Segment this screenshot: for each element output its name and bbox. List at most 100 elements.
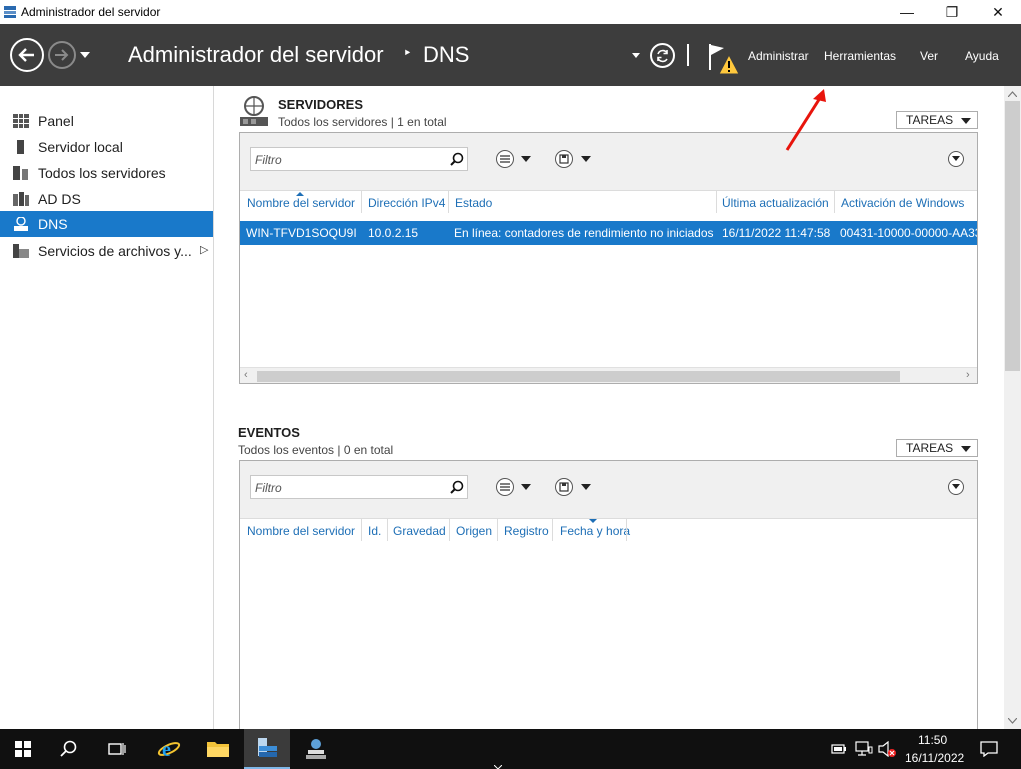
scroll-down-icon[interactable] xyxy=(1008,718,1017,724)
column-header[interactable]: Registro xyxy=(504,524,549,538)
search-icon[interactable] xyxy=(450,480,464,494)
column-header[interactable]: Gravedad xyxy=(393,524,446,538)
sidebar-item-label: AD DS xyxy=(38,191,81,207)
expand-panel-button[interactable] xyxy=(948,151,964,167)
breadcrumb-dropdown-icon[interactable] xyxy=(632,53,640,58)
taskbar-dns-manager[interactable] xyxy=(293,729,339,769)
folder-icon xyxy=(207,742,229,757)
menu-ver[interactable]: Ver xyxy=(920,49,938,63)
column-header[interactable]: Nombre del servidor xyxy=(247,196,355,210)
start-button[interactable] xyxy=(0,729,46,769)
servers-section-title: SERVIDORES xyxy=(278,97,364,112)
servers-horizontal-scrollbar[interactable]: ‹ › xyxy=(240,367,977,383)
volume-muted-icon[interactable] xyxy=(878,741,896,757)
column-separator xyxy=(361,519,362,541)
breadcrumb-root[interactable]: Administrador del servidor xyxy=(128,42,384,68)
sidebar-item-label: Panel xyxy=(38,113,74,129)
floppy-icon xyxy=(559,154,569,164)
title-bar: Administrador del servidor — ❐ ✕ xyxy=(0,0,1021,24)
search-icon[interactable] xyxy=(450,152,464,166)
scrollbar-thumb[interactable] xyxy=(1005,101,1020,371)
sidebar-item-todos-servidores[interactable]: Todos los servidores xyxy=(0,160,213,186)
events-tasks-dropdown[interactable]: TAREAS xyxy=(896,439,978,457)
list-options-dropdown-icon[interactable] xyxy=(521,156,531,162)
server-manager-app-icon xyxy=(4,6,16,18)
taskbar-search-button[interactable] xyxy=(46,729,92,769)
taskbar: e 11:50 16/11/2022 xyxy=(0,729,1021,769)
server-icon xyxy=(17,140,24,154)
taskbar-server-manager[interactable] xyxy=(244,729,290,769)
sidebar-item-dns[interactable]: DNS xyxy=(0,211,213,237)
column-header[interactable]: Nombre del servidor xyxy=(247,524,355,538)
expand-arrow-icon[interactable]: ▷ xyxy=(200,243,208,256)
column-header[interactable]: Origen xyxy=(456,524,492,538)
scrollbar-thumb[interactable] xyxy=(257,371,900,382)
servers-column-header-row: Nombre del servidor Dirección IPv4 Estad… xyxy=(240,190,977,214)
tasks-label: TAREAS xyxy=(906,113,954,127)
servers-filter-input[interactable]: Filtro xyxy=(250,147,468,171)
battery-icon[interactable] xyxy=(831,742,847,756)
column-header[interactable]: Última actualización xyxy=(722,196,829,210)
taskbar-file-explorer[interactable] xyxy=(195,729,241,769)
main-vertical-scrollbar[interactable] xyxy=(1004,86,1021,729)
floppy-icon xyxy=(559,482,569,492)
sidebar-item-ad-ds[interactable]: AD DS xyxy=(0,186,213,212)
save-query-dropdown-icon[interactable] xyxy=(581,484,591,490)
filter-placeholder: Filtro xyxy=(255,481,282,495)
servers-tasks-dropdown[interactable]: TAREAS xyxy=(896,111,978,129)
sidebar-item-servicios-archivos[interactable]: Servicios de archivos y... ▷ xyxy=(0,238,213,264)
menu-administrar[interactable]: Administrar xyxy=(748,49,809,63)
expand-panel-button[interactable] xyxy=(948,479,964,495)
column-separator xyxy=(552,519,553,541)
column-header[interactable]: Activación de Windows xyxy=(841,196,964,210)
maximize-button[interactable]: ❐ xyxy=(929,0,975,24)
minimize-button[interactable]: — xyxy=(884,0,930,24)
column-header[interactable]: Estado xyxy=(455,196,492,210)
clock-date[interactable]: 16/11/2022 xyxy=(905,751,964,765)
annotation-arrow xyxy=(785,89,826,151)
servers-icon xyxy=(13,166,28,180)
save-query-icon[interactable] xyxy=(555,150,573,168)
column-header[interactable]: Id. xyxy=(368,524,381,538)
forward-button[interactable] xyxy=(48,41,76,69)
taskbar-internet-explorer[interactable]: e xyxy=(146,729,192,769)
notification-center-icon[interactable] xyxy=(980,741,998,757)
header-divider xyxy=(687,44,689,66)
back-button[interactable] xyxy=(10,38,44,72)
mouse-cursor-icon xyxy=(494,765,502,769)
column-separator xyxy=(716,191,717,213)
scroll-up-icon[interactable] xyxy=(1008,91,1017,97)
window-title: Administrador del servidor xyxy=(21,5,161,19)
tasks-label: TAREAS xyxy=(906,441,954,455)
network-icon[interactable] xyxy=(855,741,873,757)
refresh-button[interactable] xyxy=(650,43,675,68)
sidebar-item-panel[interactable]: Panel xyxy=(0,108,213,134)
list-options-icon[interactable] xyxy=(496,150,514,168)
arrow-right-icon xyxy=(55,49,69,61)
menu-herramientas[interactable]: Herramientas xyxy=(824,49,896,63)
column-header[interactable]: Fecha y hora xyxy=(560,524,630,538)
scroll-right-icon[interactable]: › xyxy=(966,369,970,381)
column-header[interactable]: Dirección IPv4 xyxy=(368,196,445,210)
clock-time[interactable]: 11:50 xyxy=(918,733,947,747)
menu-ayuda[interactable]: Ayuda xyxy=(965,49,999,63)
notifications-flag-icon[interactable] xyxy=(706,40,742,76)
cell-ipv4: 10.0.2.15 xyxy=(368,226,419,240)
history-dropdown-icon[interactable] xyxy=(80,52,90,58)
column-separator xyxy=(497,519,498,541)
task-view-button[interactable] xyxy=(94,729,140,769)
save-query-dropdown-icon[interactable] xyxy=(581,156,591,162)
events-filter-input[interactable]: Filtro xyxy=(250,475,468,499)
save-query-icon[interactable] xyxy=(555,478,573,496)
table-row[interactable]: WIN-TFVD1SOQU9I 10.0.2.15 En línea: cont… xyxy=(240,221,977,245)
list-options-dropdown-icon[interactable] xyxy=(521,484,531,490)
scroll-left-icon[interactable]: ‹ xyxy=(244,369,248,381)
column-separator xyxy=(626,519,627,541)
list-options-icon[interactable] xyxy=(496,478,514,496)
search-icon xyxy=(60,740,77,757)
close-button[interactable]: ✕ xyxy=(975,0,1021,24)
filter-placeholder: Filtro xyxy=(255,153,282,167)
sidebar-item-servidor-local[interactable]: Servidor local xyxy=(0,134,213,160)
cell-last-update: 16/11/2022 11:47:58 xyxy=(722,226,831,240)
servers-section-icon xyxy=(240,96,268,126)
